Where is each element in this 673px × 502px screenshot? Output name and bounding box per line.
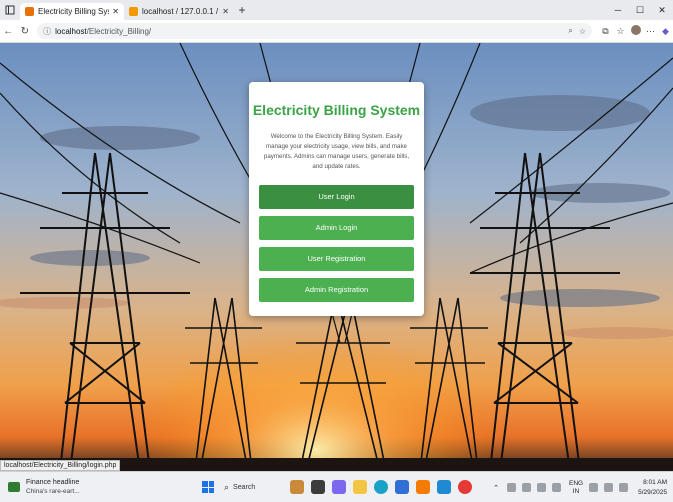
extensions-icon[interactable]: ⧉ xyxy=(598,26,613,37)
url-path: /Electricity_Billing/ xyxy=(86,26,152,36)
task-view-icon[interactable] xyxy=(310,480,325,494)
copilot-app-icon[interactable] xyxy=(331,480,346,494)
tab-phpmyadmin[interactable]: localhost / 127.0.0.1 / electricity_b ✕ xyxy=(124,3,234,20)
xampp-icon[interactable] xyxy=(415,480,430,494)
favicon-icon xyxy=(129,7,138,16)
vscode-icon[interactable] xyxy=(436,480,451,494)
page-title: Electricity Billing System xyxy=(252,102,421,118)
address-bar[interactable]: ⓘ localhost /Electricity_Billing/ ⌕ ☆ xyxy=(37,23,593,39)
user-login-button[interactable]: User Login xyxy=(259,185,414,209)
favorite-star-icon[interactable]: ☆ xyxy=(579,27,586,36)
file-explorer-icon[interactable] xyxy=(352,480,367,494)
close-tab-icon[interactable]: ✕ xyxy=(112,7,119,16)
minimize-icon[interactable]: ─ xyxy=(607,0,629,20)
taskbar-search[interactable]: ⌕ Search xyxy=(224,478,286,496)
browser-toolbar: ← ↻ ⓘ localhost /Electricity_Billing/ ⌕ … xyxy=(0,20,673,43)
tab-actions-icon[interactable] xyxy=(0,0,20,20)
close-window-icon[interactable]: ✕ xyxy=(651,0,673,20)
store-icon[interactable] xyxy=(394,480,409,494)
maximize-icon[interactable]: ☐ xyxy=(629,0,651,20)
news-widget[interactable]: Finance headline China's rare-eart... xyxy=(8,478,128,496)
clock[interactable]: 8:01 AM 5/29/2025 xyxy=(638,478,667,498)
edge-browser-icon[interactable] xyxy=(373,480,388,494)
link-status-bar: localhost/Electricity_Billing/login.php xyxy=(0,460,121,471)
favorites-icon[interactable]: ☆ xyxy=(613,26,628,37)
window-controls: ─ ☐ ✕ xyxy=(607,0,673,20)
url-host: localhost xyxy=(55,26,87,36)
more-menu-icon[interactable]: ⋯ xyxy=(643,26,658,37)
tray-app-icon[interactable] xyxy=(506,483,516,492)
page-viewport: Electricity Billing System Welcome to th… xyxy=(0,43,673,471)
favicon-icon xyxy=(25,7,34,16)
chrome-icon[interactable] xyxy=(457,480,472,494)
news-icon xyxy=(8,482,20,492)
tab-title: localhost / 127.0.0.1 / electricity_b xyxy=(142,7,219,16)
wifi-icon[interactable] xyxy=(589,483,599,492)
tray-app-icon[interactable] xyxy=(536,483,546,492)
user-registration-button[interactable]: User Registration xyxy=(259,247,414,271)
tab-electricity-billing[interactable]: Electricity Billing System ✕ xyxy=(20,3,124,20)
screen: { "browser": { "tabs": [ {"title": "Elec… xyxy=(0,0,673,502)
new-tab-button[interactable]: + xyxy=(234,3,250,17)
refresh-icon[interactable]: ↻ xyxy=(17,26,34,37)
tray-overflow-icon[interactable]: ⌃ xyxy=(493,484,499,492)
site-info-icon[interactable]: ⓘ xyxy=(43,26,51,37)
profile-avatar[interactable] xyxy=(628,25,643,37)
windows-start-icon[interactable] xyxy=(202,481,214,493)
volume-icon[interactable] xyxy=(604,483,614,492)
system-tray: ⌃ ENG IN 8:01 AM 5/29/2025 xyxy=(493,472,667,502)
tray-app-icon[interactable] xyxy=(551,483,561,492)
tray-app-icon[interactable] xyxy=(521,483,531,492)
back-icon[interactable]: ← xyxy=(0,26,17,37)
close-tab-icon[interactable]: ✕ xyxy=(222,7,229,16)
search-label: Search xyxy=(233,483,256,491)
news-subtitle: China's rare-eart... xyxy=(26,488,80,495)
tab-strip: Electricity Billing System ✕ localhost /… xyxy=(0,0,673,20)
date: 5/29/2025 xyxy=(638,488,667,496)
admin-registration-button[interactable]: Admin Registration xyxy=(259,278,414,302)
widget-app-icon[interactable] xyxy=(289,480,304,494)
zoom-icon[interactable]: ⌕ xyxy=(568,26,572,36)
news-title: Finance headline xyxy=(26,479,80,486)
admin-login-button[interactable]: Admin Login xyxy=(259,216,414,240)
battery-icon[interactable] xyxy=(619,483,629,492)
welcome-description: Welcome to the Electricity Billing Syste… xyxy=(263,133,410,170)
time: 8:01 AM xyxy=(643,478,667,486)
tab-title: Electricity Billing System xyxy=(38,7,109,16)
search-icon: ⌕ xyxy=(224,481,230,492)
taskbar: Finance headline China's rare-eart... ⌕ … xyxy=(0,471,673,502)
taskbar-apps: ⌕ Search xyxy=(202,478,475,496)
welcome-card: Electricity Billing System Welcome to th… xyxy=(249,82,424,316)
language-indicator[interactable]: ENG IN xyxy=(569,480,583,496)
copilot-icon[interactable]: ◆ xyxy=(658,26,673,37)
